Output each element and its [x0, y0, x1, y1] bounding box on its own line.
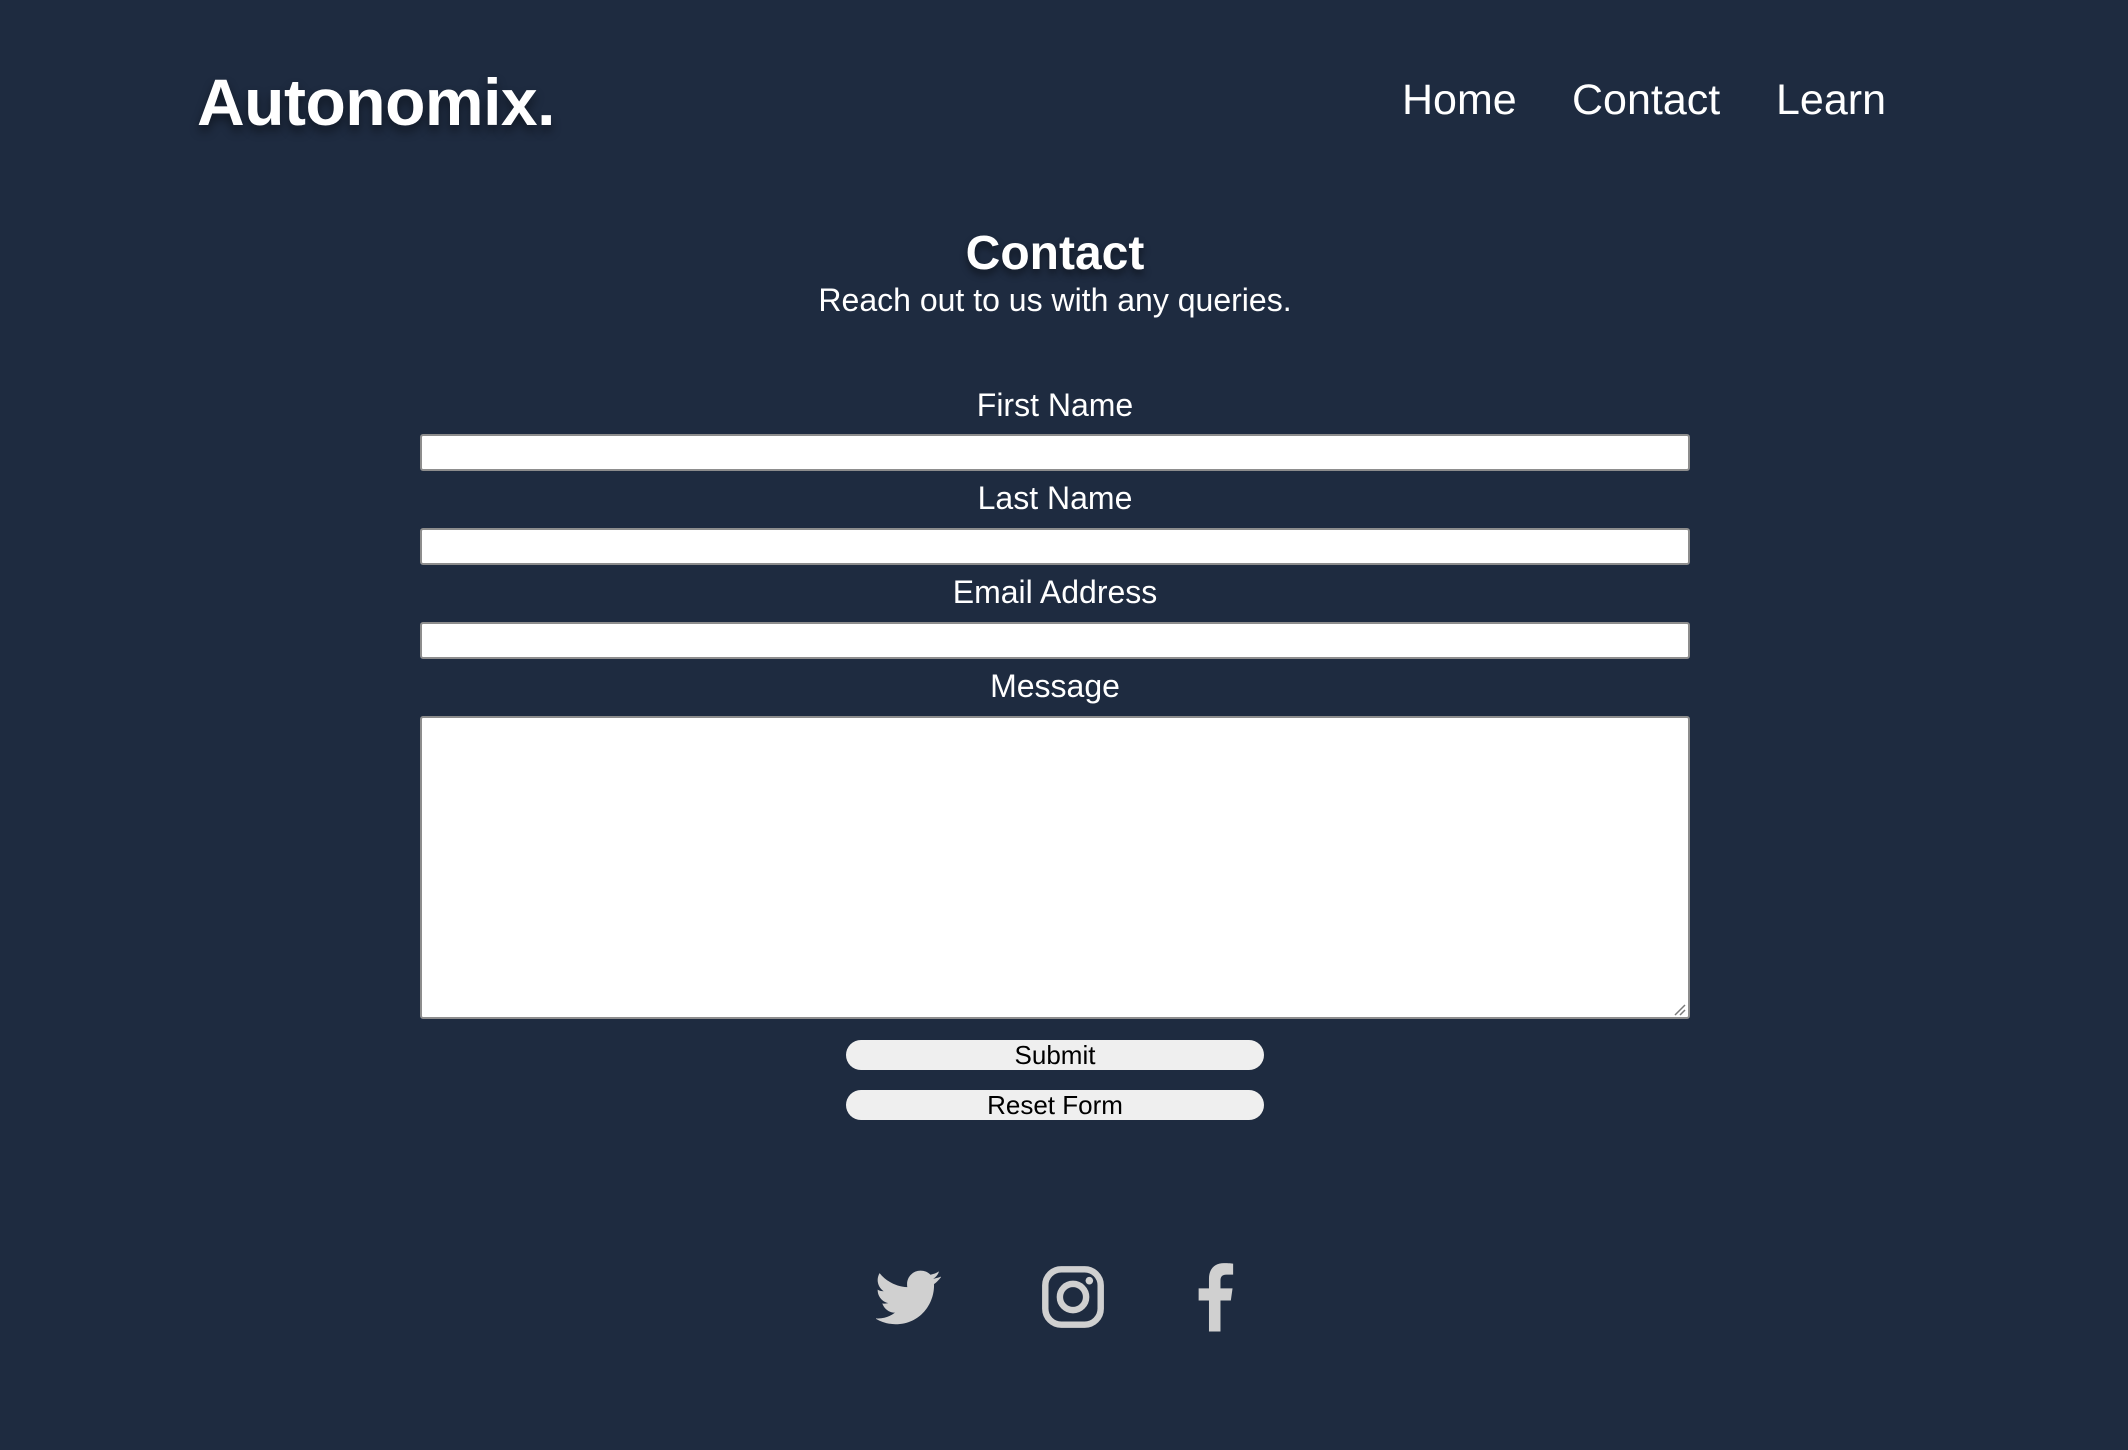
page-subtitle: Reach out to us with any queries.: [818, 282, 1292, 318]
twitter-link[interactable]: [876, 1262, 942, 1332]
message-field[interactable]: [420, 716, 1690, 1019]
main-nav: Home Contact Learn: [0, 72, 2128, 128]
message-label: Message: [990, 668, 1120, 704]
facebook-icon: [1198, 1263, 1234, 1332]
instagram-icon: [1042, 1266, 1104, 1328]
email-field[interactable]: [420, 622, 1690, 659]
first-name-field[interactable]: [420, 434, 1690, 471]
nav-link-learn[interactable]: Learn: [1776, 72, 1886, 128]
nav-link-home[interactable]: Home: [1402, 72, 1517, 128]
facebook-link[interactable]: [1190, 1262, 1236, 1332]
last-name-label: Last Name: [977, 480, 1133, 516]
last-name-field[interactable]: [420, 528, 1690, 565]
page-title: Contact: [965, 227, 1145, 280]
email-label: Email Address: [952, 574, 1158, 610]
resize-grip-icon[interactable]: [1672, 1002, 1686, 1016]
nav-link-contact[interactable]: Contact: [1572, 72, 1720, 128]
first-name-label: First Name: [976, 387, 1134, 423]
contact-page: Autonomix. Home Contact Learn Contact Re…: [0, 0, 2128, 1450]
twitter-icon: [876, 1270, 941, 1325]
instagram-link[interactable]: [1038, 1262, 1108, 1332]
submit-button[interactable]: Submit: [846, 1040, 1264, 1070]
reset-form-button[interactable]: Reset Form: [846, 1090, 1264, 1120]
